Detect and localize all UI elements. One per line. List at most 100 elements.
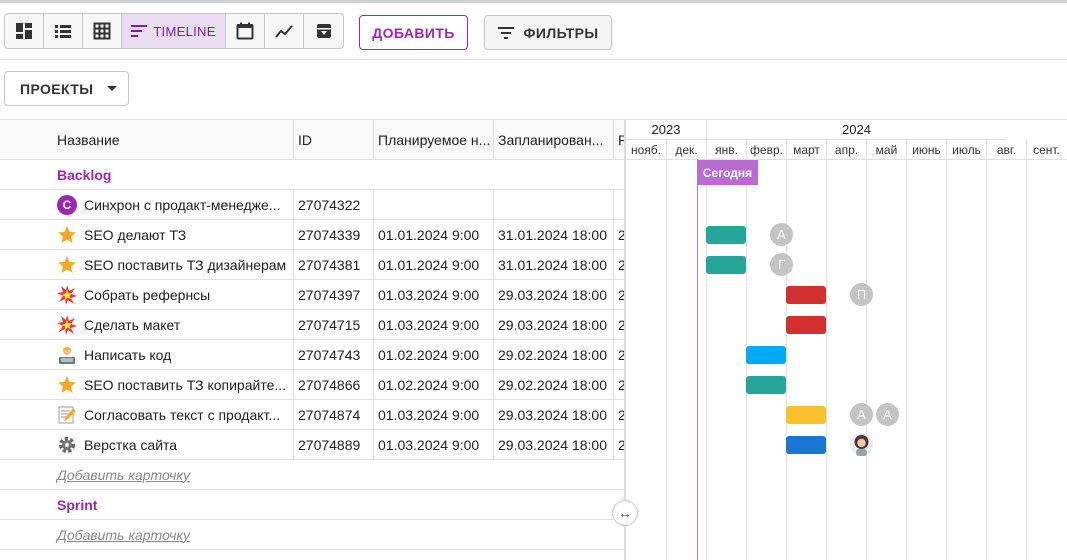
month-label: апр. (826, 140, 866, 159)
table-row[interactable]: Написать код 27074743 01.02.2024 9:00 29.02… (0, 340, 625, 370)
task-planned-end[interactable]: 29.03.2024 18:00 (493, 310, 613, 339)
explosion-icon (56, 284, 78, 306)
task-planned-start[interactable]: 01.02.2024 9:00 (373, 370, 493, 399)
task-name[interactable]: SEO поставить ТЗ копирайте... (84, 377, 286, 393)
month-label: июль (946, 140, 986, 159)
archive-view-button[interactable] (304, 14, 343, 48)
column-header-id[interactable]: ID (293, 120, 373, 159)
task-bar[interactable] (786, 406, 826, 424)
task-id: 27074397 (293, 280, 373, 309)
filters-button[interactable]: ФИЛЬТРЫ (484, 15, 612, 50)
add-card-link[interactable]: Добавить карточку (57, 520, 190, 549)
task-bar[interactable] (786, 316, 826, 334)
task-name[interactable]: Верстка сайта (84, 437, 177, 453)
group-title[interactable]: Backlog (57, 160, 111, 189)
task-planned-start[interactable]: 01.01.2024 9:00 (373, 220, 493, 249)
timeline-icon (131, 25, 148, 37)
task-name-cell[interactable]: Сделать макет (56, 310, 293, 339)
user-avatar[interactable]: П (850, 283, 873, 306)
task-name[interactable]: SEO делают ТЗ (84, 227, 186, 243)
task-planned-start[interactable]: 01.03.2024 9:00 (373, 310, 493, 339)
month-gridline (666, 159, 667, 560)
user-avatar[interactable]: Г (770, 253, 793, 276)
task-planned-start[interactable]: 01.02.2024 9:00 (373, 340, 493, 369)
projects-dropdown[interactable]: ПРОЕКТЫ (4, 71, 129, 106)
chart-view-button[interactable] (265, 14, 304, 48)
table-row[interactable]: Собрать рефернсы 27074397 01.03.2024 9:00 2… (0, 280, 625, 310)
task-bar[interactable] (746, 346, 786, 364)
month-label: февр. (746, 140, 786, 159)
task-bar[interactable] (746, 376, 786, 394)
archive-icon (316, 24, 331, 38)
add-card-link[interactable]: Добавить карточку (57, 460, 190, 489)
user-avatar[interactable]: А (770, 223, 793, 246)
add-button[interactable]: ДОБАВИТЬ (359, 15, 468, 50)
task-planned-end[interactable]: 31.01.2024 18:00 (493, 250, 613, 279)
table-row[interactable]: SEO поставить ТЗ дизайнерам 27074381 01.01… (0, 250, 625, 280)
task-name[interactable]: Синхрон с продакт-менедже... (84, 197, 281, 213)
table-row[interactable]: SEO поставить ТЗ копирайте... 27074866 01.… (0, 370, 625, 400)
task-name[interactable]: Написать код (84, 347, 171, 363)
task-name-cell[interactable]: C Синхрон с продакт-менедже... (56, 190, 293, 219)
table-row[interactable]: Верстка сайта 27074889 01.03.2024 9:00 29.0… (0, 430, 625, 460)
task-name-cell[interactable]: SEO поставить ТЗ дизайнерам (56, 250, 293, 279)
task-bar[interactable] (706, 226, 746, 244)
task-bar[interactable] (706, 256, 746, 274)
task-planned-start[interactable]: 01.03.2024 9:00 (373, 400, 493, 429)
task-name-cell[interactable]: SEO делают ТЗ (56, 220, 293, 249)
view-switcher: TIMELINE (4, 13, 344, 49)
column-header-planned-start[interactable]: Планируемое н... (373, 120, 493, 159)
task-name-cell[interactable]: Верстка сайта (56, 430, 293, 459)
user-avatar[interactable]: А (876, 403, 899, 426)
add-card-row: Добавить карточку (0, 520, 625, 550)
line-chart-icon (275, 25, 293, 38)
group-title[interactable]: Sprint (57, 490, 97, 519)
month-label: авг. (986, 140, 1026, 159)
column-header-planned-end[interactable]: Запланирован... (493, 120, 613, 159)
task-id: 27074889 (293, 430, 373, 459)
calendar-view-button[interactable] (226, 14, 265, 48)
table-row[interactable]: Сделать макет 27074715 01.03.2024 9:00 29.0… (0, 310, 625, 340)
task-planned-end[interactable]: 31.01.2024 18:00 (493, 220, 613, 249)
user-avatar[interactable]: А (850, 403, 873, 426)
task-name-cell[interactable]: SEO поставить ТЗ копирайте... (56, 370, 293, 399)
task-name-cell[interactable]: Собрать рефернсы (56, 280, 293, 309)
column-header-name[interactable]: Название (53, 120, 293, 159)
month-gridline (866, 159, 867, 560)
task-planned-end[interactable]: 29.02.2024 18:00 (493, 340, 613, 369)
task-planned-end[interactable]: 29.03.2024 18:00 (493, 400, 613, 429)
group-header[interactable]: Backlog (0, 160, 625, 190)
task-planned-start[interactable]: 01.01.2024 9:00 (373, 250, 493, 279)
dashboard-view-button[interactable] (5, 14, 44, 48)
table-view-button[interactable] (83, 14, 122, 48)
list-view-button[interactable] (44, 14, 83, 48)
task-planned-start[interactable]: 01.03.2024 9:00 (373, 430, 493, 459)
task-planned-end[interactable] (493, 190, 613, 219)
task-id: 27074715 (293, 310, 373, 339)
task-planned-start[interactable] (373, 190, 493, 219)
task-bar[interactable] (786, 286, 826, 304)
table-row[interactable]: SEO делают ТЗ 27074339 01.01.2024 9:00 31.0… (0, 220, 625, 250)
month-label: март (786, 140, 826, 159)
task-planned-end[interactable]: 29.02.2024 18:00 (493, 370, 613, 399)
task-name[interactable]: Собрать рефернсы (84, 287, 210, 303)
task-name-cell[interactable]: Согласовать текст с продакт... (56, 400, 293, 429)
task-id: 27074322 (293, 190, 373, 219)
month-gridline (946, 159, 947, 560)
table-row[interactable]: Согласовать текст с продакт... 27074874 01… (0, 400, 625, 430)
task-name[interactable]: Согласовать текст с продакт... (84, 407, 280, 423)
task-planned-end[interactable]: 29.03.2024 18:00 (493, 280, 613, 309)
timeline-view-button[interactable]: TIMELINE (122, 14, 226, 48)
timeline-view-label: TIMELINE (153, 23, 216, 39)
user-avatar-photo-icon[interactable] (850, 433, 873, 456)
task-planned-end[interactable]: 29.03.2024 18:00 (493, 430, 613, 459)
task-id: 27074339 (293, 220, 373, 249)
task-name[interactable]: Сделать макет (84, 317, 180, 333)
task-name-cell[interactable]: Написать код (56, 340, 293, 369)
task-bar[interactable] (786, 436, 826, 454)
projects-label: ПРОЕКТЫ (20, 80, 94, 97)
group-header[interactable]: Sprint (0, 490, 625, 520)
task-name[interactable]: SEO поставить ТЗ дизайнерам (84, 257, 286, 273)
table-row[interactable]: C Синхрон с продакт-менедже... 27074322 (0, 190, 625, 220)
task-planned-start[interactable]: 01.03.2024 9:00 (373, 280, 493, 309)
